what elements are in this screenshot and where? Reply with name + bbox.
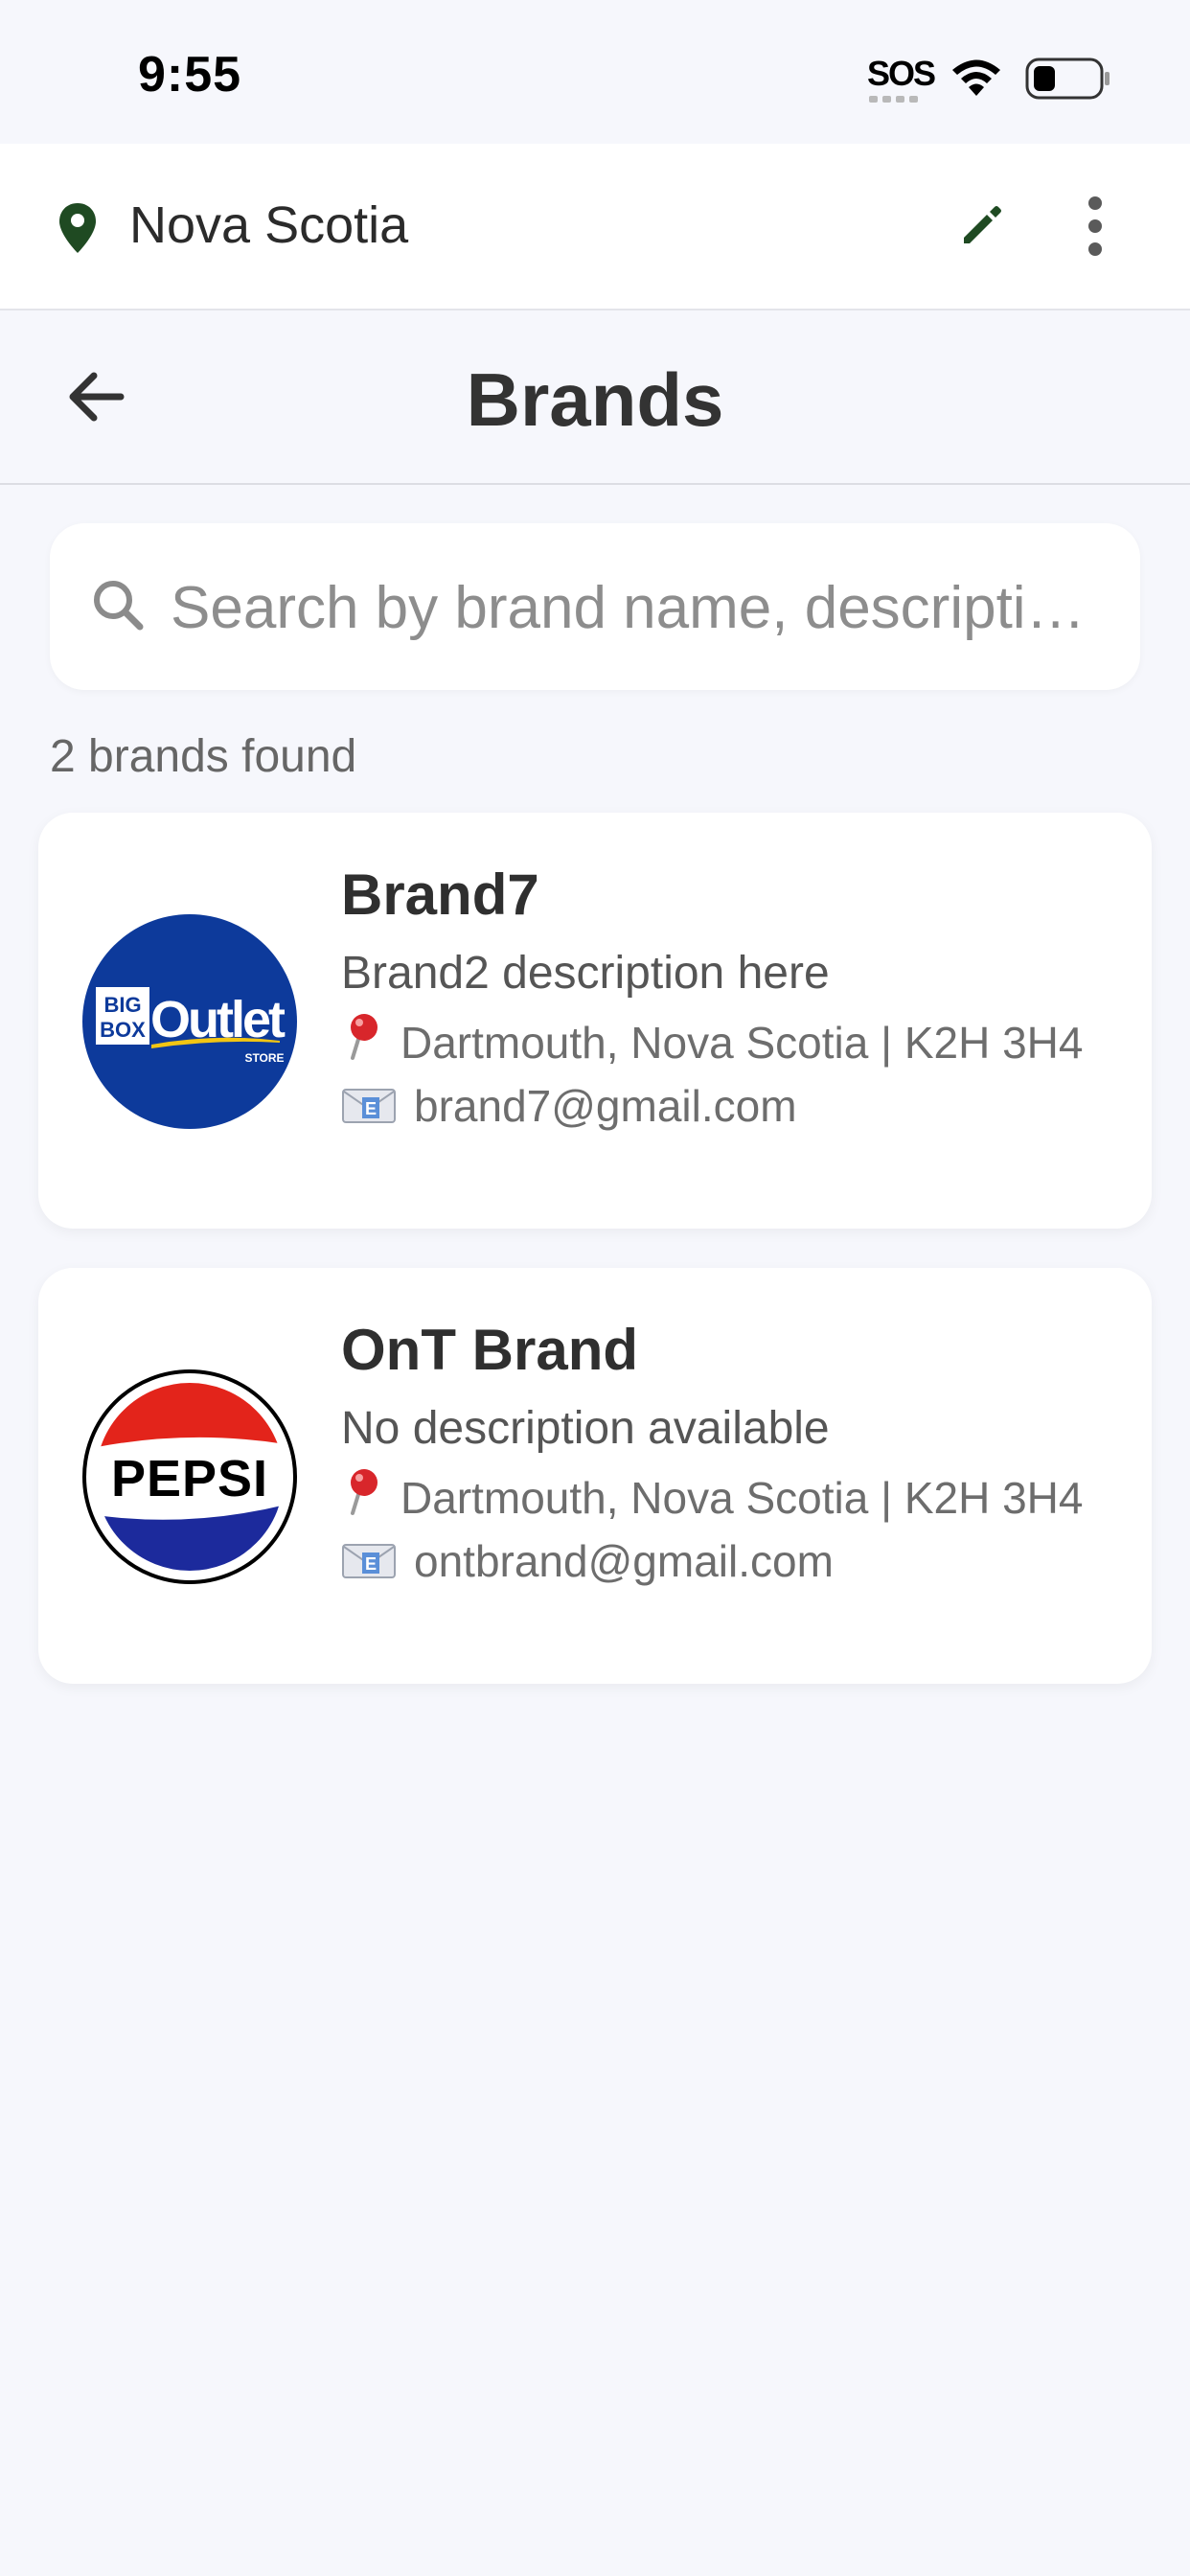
logo-store-text: STORE (244, 1051, 284, 1065)
envelope-emoji: E (342, 1089, 396, 1123)
brand-card[interactable]: BIG BOX Outlet STORE Brand7 Brand2 descr… (38, 813, 1152, 1229)
logo-big-text: BIG (103, 993, 141, 1017)
signal-dots (869, 96, 918, 103)
brand-name: OnT Brand (341, 1318, 638, 1382)
brand-address-text: Dartmouth, Nova Scotia | K2H 3H4 (400, 1018, 1084, 1068)
location-name[interactable]: Nova Scotia (129, 196, 408, 255)
search-bar[interactable] (50, 523, 1140, 690)
brand-description: Brand2 description here (341, 948, 830, 999)
brand-logo: BIG BOX Outlet STORE (82, 914, 297, 1129)
more-vertical-icon[interactable] (1081, 196, 1110, 257)
page-title: Brands (466, 357, 724, 442)
brand-email: E brand7@gmail.com (341, 1079, 1127, 1133)
brand-name: Brand7 (341, 862, 539, 927)
status-bar: 9:55 SOS (0, 0, 1190, 144)
brand-description: No description available (341, 1403, 830, 1454)
wifi-icon (952, 59, 1000, 96)
pencil-icon[interactable] (958, 201, 1006, 249)
svg-text:E: E (365, 1099, 377, 1118)
envelope-emoji: E (342, 1544, 396, 1578)
brand-address: Dartmouth, Nova Scotia | K2H 3H4 (341, 1012, 1127, 1070)
battery-icon (1025, 58, 1110, 100)
brand-address: Dartmouth, Nova Scotia | K2H 3H4 (341, 1467, 1127, 1525)
brand-card[interactable]: PEPSI OnT Brand No description available… (38, 1268, 1152, 1684)
sos-indicator: SOS (867, 54, 936, 93)
location-pin-icon (59, 203, 96, 253)
brand-email-text: ontbrand@gmail.com (414, 1536, 834, 1586)
location-bar: Nova Scotia (0, 144, 1190, 310)
search-icon (94, 581, 144, 631)
round-pushpin-emoji (351, 1469, 378, 1515)
search-input[interactable] (171, 562, 1110, 654)
brand-logo: PEPSI (82, 1369, 297, 1584)
brand-address-text: Dartmouth, Nova Scotia | K2H 3H4 (400, 1473, 1084, 1523)
round-pushpin-emoji (351, 1014, 378, 1060)
brand-email: E ontbrand@gmail.com (341, 1534, 1127, 1588)
result-count: 2 brands found (50, 731, 357, 782)
logo-box-text: BOX (100, 1018, 146, 1042)
svg-text:E: E (365, 1554, 377, 1574)
brand-email-text: brand7@gmail.com (414, 1081, 797, 1131)
logo-pepsi-text: PEPSI (111, 1450, 268, 1507)
status-time: 9:55 (138, 47, 242, 103)
page-header: Brands (0, 310, 1190, 485)
